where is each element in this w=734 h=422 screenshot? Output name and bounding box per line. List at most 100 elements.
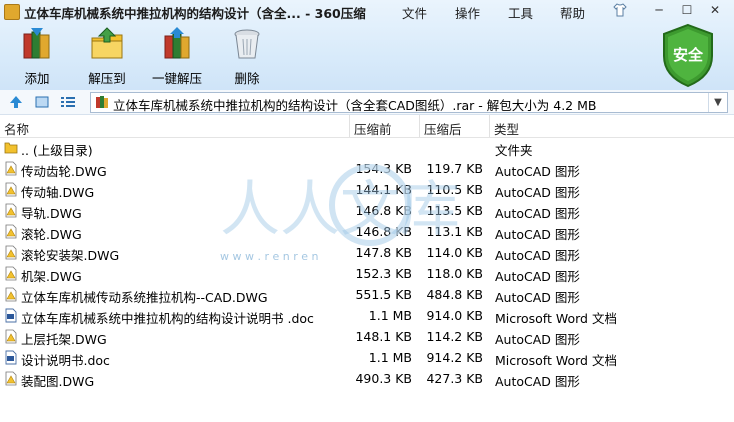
menu-help[interactable]: 帮助 xyxy=(560,3,585,22)
extract-folder-icon xyxy=(91,27,123,59)
path-field[interactable]: 立体车库机械系统中推拉机构的结构设计（含全套CAD图纸）.rar - 解包大小为… xyxy=(90,92,728,113)
file-row[interactable]: 立体车库机械系统中推拉机构的结构设计说明书 .doc 1.1 MB 914.0 KB… xyxy=(0,305,734,326)
file-compressed-size: 148.1 KB xyxy=(355,329,412,344)
file-original-size: 114.0 KB xyxy=(426,245,483,260)
column-original[interactable]: 压缩后 xyxy=(424,119,462,138)
file-original-size: 110.5 KB xyxy=(426,182,483,197)
extract-to-label: 解压到 xyxy=(88,71,126,86)
file-name: 滚轮安装架.DWG xyxy=(21,248,120,263)
file-list: .. (上级目录) 文件夹传动齿轮.DWG 154.3 KB 119.7 KB Auto… xyxy=(0,137,734,422)
file-compressed-size: 144.1 KB xyxy=(355,182,412,197)
dwg-file-icon xyxy=(5,161,17,176)
file-type: AutoCAD 图形 xyxy=(495,269,580,284)
archive-path: 立体车库机械系统中推拉机构的结构设计（含全套CAD图纸）.rar - 解包大小为… xyxy=(113,98,597,113)
file-row[interactable]: 设计说明书.doc 1.1 MB 914.2 KB Microsoft Word 文档 xyxy=(0,347,734,368)
security-badge-text: 安全 xyxy=(673,46,704,64)
column-divider[interactable] xyxy=(349,115,350,137)
dwg-file-icon xyxy=(5,224,17,239)
file-type: AutoCAD 图形 xyxy=(495,164,580,179)
file-name: 立体车库机械系统中推拉机构的结构设计说明书 .doc xyxy=(21,311,314,326)
delete-button[interactable]: 删除 xyxy=(212,26,282,86)
file-type: AutoCAD 图形 xyxy=(495,206,580,221)
security-shield-icon[interactable]: 安全 xyxy=(660,22,716,88)
file-row[interactable]: 传动轴.DWG 144.1 KB 110.5 KB AutoCAD 图形 xyxy=(0,179,734,200)
dwg-file-icon xyxy=(5,266,17,281)
maximize-button[interactable]: ☐ xyxy=(680,3,694,17)
file-name: 传动齿轮.DWG xyxy=(21,164,107,179)
one-click-extract-icon xyxy=(164,27,190,59)
file-row[interactable]: 装配图.DWG 490.3 KB 427.3 KB AutoCAD 图形 xyxy=(0,368,734,389)
column-header: 名称 压缩前 压缩后 类型 xyxy=(0,115,734,138)
add-label: 添加 xyxy=(24,71,50,86)
file-type: AutoCAD 图形 xyxy=(495,185,580,200)
file-row[interactable]: 上层托架.DWG 148.1 KB 114.2 KB AutoCAD 图形 xyxy=(0,326,734,347)
file-type: AutoCAD 图形 xyxy=(495,332,580,347)
file-name: 设计说明书.doc xyxy=(21,353,110,368)
menu-operate[interactable]: 操作 xyxy=(455,3,480,22)
file-original-size: 118.0 KB xyxy=(426,266,483,281)
file-type: Microsoft Word 文档 xyxy=(495,353,617,368)
up-arrow-icon[interactable] xyxy=(8,94,24,110)
column-name[interactable]: 名称 xyxy=(4,119,29,138)
file-original-size: 113.1 KB xyxy=(426,224,483,239)
close-button[interactable]: ✕ xyxy=(708,3,722,17)
file-original-size: 914.2 KB xyxy=(426,350,483,365)
path-dropdown-button[interactable]: ▼ xyxy=(708,93,727,112)
file-name: .. (上级目录) xyxy=(21,143,93,158)
column-divider[interactable] xyxy=(489,115,490,137)
file-original-size: 119.7 KB xyxy=(426,161,483,176)
file-name: 立体车库机械传动系统推拉机构--CAD.DWG xyxy=(21,290,268,305)
file-compressed-size: 146.8 KB xyxy=(355,203,412,218)
column-compressed[interactable]: 压缩前 xyxy=(354,119,392,138)
file-compressed-size: 147.8 KB xyxy=(355,245,412,260)
archive-icon xyxy=(96,96,108,108)
dwg-file-icon xyxy=(5,182,17,197)
one-click-extract-button[interactable]: 一键解压 xyxy=(142,26,212,86)
word-doc-icon xyxy=(5,350,17,365)
dwg-file-icon xyxy=(5,329,17,344)
trash-icon xyxy=(234,29,260,59)
file-original-size: 914.0 KB xyxy=(426,308,483,323)
file-type: 文件夹 xyxy=(495,143,533,158)
thumbnail-view-icon[interactable] xyxy=(34,94,50,110)
file-row[interactable]: 滚轮.DWG 146.8 KB 113.1 KB AutoCAD 图形 xyxy=(0,221,734,242)
file-type: Microsoft Word 文档 xyxy=(495,311,617,326)
file-compressed-size: 490.3 KB xyxy=(355,371,412,386)
column-divider[interactable] xyxy=(419,115,420,137)
add-books-icon xyxy=(23,28,50,59)
file-type: AutoCAD 图形 xyxy=(495,248,580,263)
window-chrome: 立体车库机械系统中推拉机构的结构设计（含全... - 360压缩 文件 操作 工… xyxy=(0,0,734,90)
dwg-file-icon xyxy=(5,203,17,218)
file-type: AutoCAD 图形 xyxy=(495,290,580,305)
column-type[interactable]: 类型 xyxy=(494,119,519,138)
file-original-size: 484.8 KB xyxy=(426,287,483,302)
skin-icon[interactable] xyxy=(612,2,628,18)
extract-to-button[interactable]: 解压到 xyxy=(72,26,142,86)
word-doc-icon xyxy=(5,308,17,323)
file-original-size: 113.5 KB xyxy=(426,203,483,218)
file-compressed-size: 146.8 KB xyxy=(355,224,412,239)
file-name: 上层托架.DWG xyxy=(21,332,107,347)
file-row[interactable]: 立体车库机械传动系统推拉机构--CAD.DWG 551.5 KB 484.8 KB A… xyxy=(0,284,734,305)
file-original-size: 427.3 KB xyxy=(426,371,483,386)
file-name: 机架.DWG xyxy=(21,269,82,284)
menu-file[interactable]: 文件 xyxy=(402,3,427,22)
title-bar: 立体车库机械系统中推拉机构的结构设计（含全... - 360压缩 文件 操作 工… xyxy=(0,0,734,22)
file-type: AutoCAD 图形 xyxy=(495,227,580,242)
file-name: 滚轮.DWG xyxy=(21,227,82,242)
minimize-button[interactable]: ─ xyxy=(652,3,666,17)
menu-tools[interactable]: 工具 xyxy=(508,3,533,22)
app-logo-icon xyxy=(4,4,20,20)
file-name: 装配图.DWG xyxy=(21,374,95,389)
one-click-extract-label: 一键解压 xyxy=(151,71,202,86)
list-view-icon[interactable] xyxy=(60,94,76,110)
file-compressed-size: 551.5 KB xyxy=(355,287,412,302)
file-row[interactable]: 滚轮安装架.DWG 147.8 KB 114.0 KB AutoCAD 图形 xyxy=(0,242,734,263)
add-button[interactable]: 添加 xyxy=(2,26,72,86)
file-row[interactable]: .. (上级目录) 文件夹 xyxy=(0,137,734,158)
dwg-file-icon xyxy=(5,371,17,386)
file-row[interactable]: 机架.DWG 152.3 KB 118.0 KB AutoCAD 图形 xyxy=(0,263,734,284)
file-compressed-size: 154.3 KB xyxy=(355,161,412,176)
file-row[interactable]: 导轨.DWG 146.8 KB 113.5 KB AutoCAD 图形 xyxy=(0,200,734,221)
file-row[interactable]: 传动齿轮.DWG 154.3 KB 119.7 KB AutoCAD 图形 xyxy=(0,158,734,179)
